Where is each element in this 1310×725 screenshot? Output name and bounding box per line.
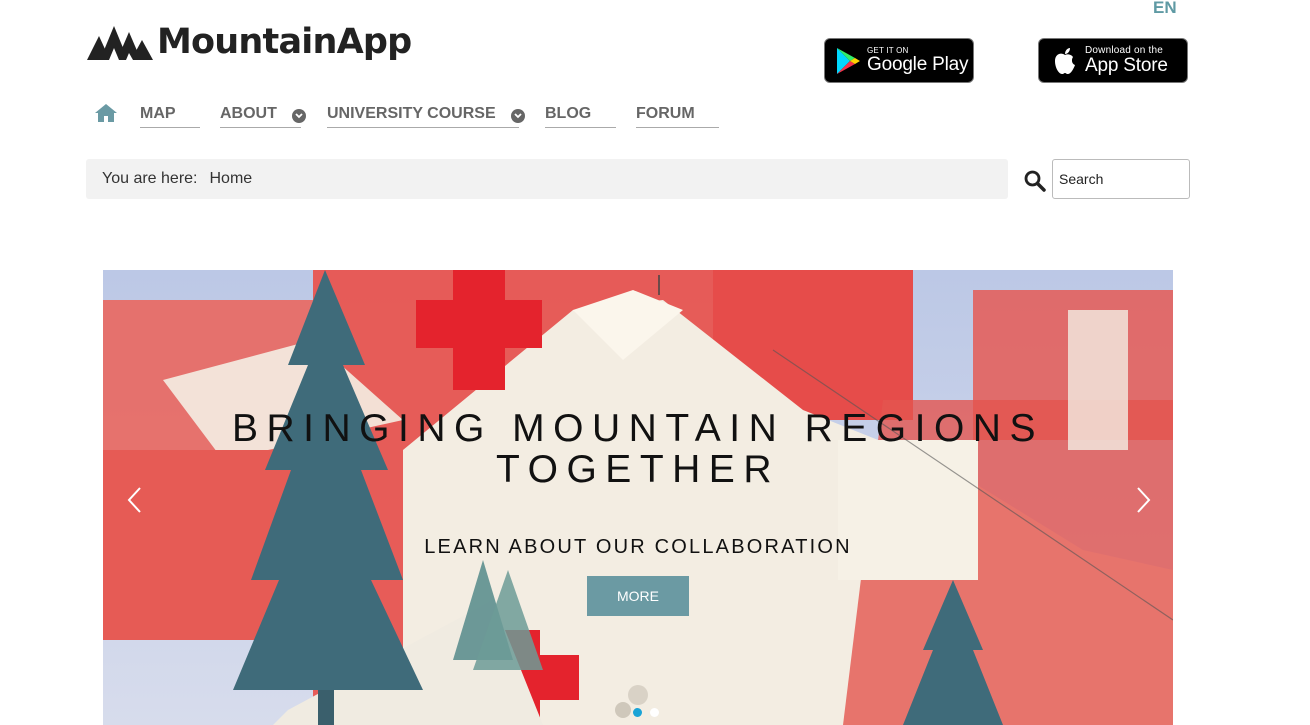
logo[interactable]: MountainApp [87, 21, 412, 62]
nav-item-label: FORUM [636, 105, 695, 122]
hero-background-image [103, 270, 1173, 725]
hero-title: BRINGING MOUNTAIN REGIONS TOGETHER [232, 407, 1044, 491]
chevron-down-icon[interactable] [511, 109, 525, 123]
carousel-dot-2[interactable] [650, 708, 659, 717]
nav-item-label: BLOG [545, 105, 592, 122]
nav-item-label: MAP [140, 105, 176, 122]
breadcrumb-current[interactable]: Home [209, 170, 252, 188]
chevron-down-icon[interactable] [292, 109, 306, 123]
google-play-big-text: Google Play [867, 53, 969, 75]
logo-text: MountainApp [157, 21, 412, 62]
apple-icon [1055, 47, 1075, 74]
search-input[interactable] [1052, 159, 1190, 199]
nav-item-map[interactable]: MAP [140, 99, 200, 128]
nav-item-university-course[interactable]: UNIVERSITY COURSE [327, 99, 519, 128]
breadcrumb: You are here: Home [86, 159, 1008, 199]
nav-item-label: ABOUT [220, 105, 277, 122]
carousel-prev-icon[interactable] [125, 485, 145, 515]
google-play-button[interactable]: GET IT ON Google Play [824, 38, 974, 83]
app-store-button[interactable]: Download on the App Store [1038, 38, 1188, 83]
search-icon[interactable] [1023, 169, 1047, 193]
nav-item-blog[interactable]: BLOG [545, 99, 616, 128]
nav-item-label: UNIVERSITY COURSE [327, 105, 496, 122]
more-button[interactable]: MORE [587, 576, 689, 616]
app-store-big-text: App Store [1085, 54, 1168, 76]
carousel-next-icon[interactable] [1133, 485, 1153, 515]
google-play-icon [837, 47, 860, 74]
breadcrumb-label: You are here: [102, 170, 198, 187]
mountain-logo-icon [87, 26, 153, 60]
home-icon[interactable] [95, 104, 117, 122]
carousel-indicators [633, 708, 659, 717]
nav-item-about[interactable]: ABOUT [220, 99, 301, 128]
hero-subtitle: LEARN ABOUT OUR COLLABORATION [424, 536, 852, 558]
language-switcher[interactable]: EN [1153, 0, 1177, 18]
nav-item-forum[interactable]: FORUM [636, 99, 719, 128]
hero-carousel: BRINGING MOUNTAIN REGIONS TOGETHER LEARN… [103, 270, 1173, 725]
carousel-dot-1[interactable] [633, 708, 642, 717]
